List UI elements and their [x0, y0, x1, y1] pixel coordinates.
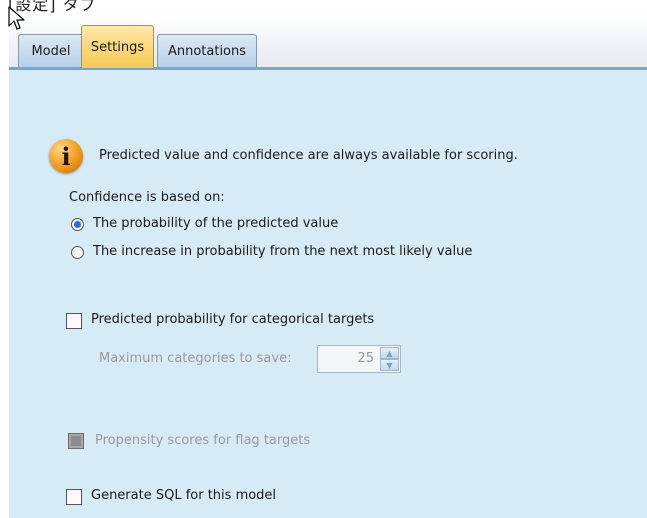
tab-model[interactable]: Model — [18, 34, 84, 68]
confidence-option-probability-label: The probability of the predicted value — [93, 216, 339, 231]
tab-settings[interactable]: Settings — [81, 25, 154, 68]
confidence-label: Confidence is based on: — [69, 190, 225, 205]
confidence-radio-probability[interactable] — [71, 218, 84, 231]
tab-model-label: Model — [31, 44, 71, 59]
tab-annotations-label: Annotations — [167, 44, 247, 59]
max-categories-value: 25 — [357, 351, 374, 366]
spin-down-icon[interactable]: ▼ — [380, 359, 399, 371]
propensity-label: Propensity scores for flag targets — [95, 433, 311, 448]
mouse-pointer-icon — [8, 6, 25, 30]
info-icon: i — [49, 139, 83, 173]
propensity-checkbox[interactable] — [68, 433, 84, 449]
predicted-probability-checkbox[interactable] — [66, 313, 82, 329]
tab-annotations[interactable]: Annotations — [157, 34, 257, 68]
predicted-probability-label: Predicted probability for categorical ta… — [91, 312, 375, 327]
tab-settings-label: Settings — [90, 39, 145, 55]
info-message: Predicted value and confidence are alway… — [99, 148, 518, 163]
confidence-radio-increase[interactable] — [71, 246, 84, 259]
confidence-option-increase-label: The increase in probability from the nex… — [93, 244, 473, 259]
generate-sql-checkbox[interactable] — [66, 489, 82, 505]
max-categories-label: Maximum categories to save: — [99, 351, 292, 366]
tab-bar: Model Settings Annotations — [9, 13, 647, 68]
settings-panel — [9, 70, 647, 518]
max-categories-stepper[interactable]: 25 ▲ ▼ — [317, 345, 401, 373]
generate-sql-label: Generate SQL for this model — [91, 488, 277, 503]
spin-up-icon[interactable]: ▲ — [380, 347, 399, 359]
